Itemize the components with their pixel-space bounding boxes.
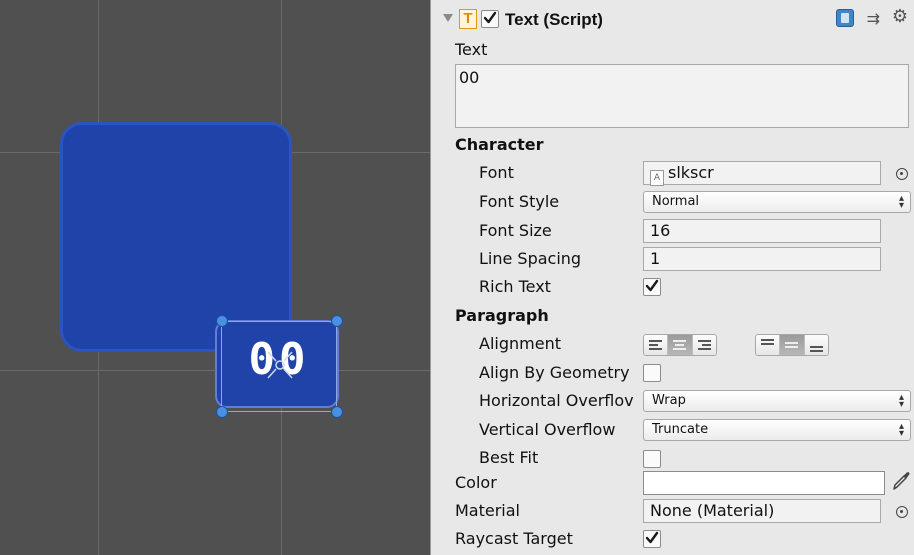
object-picker-icon[interactable] xyxy=(896,506,908,518)
align-by-geometry-label: Align By Geometry xyxy=(479,363,630,382)
color-field[interactable] xyxy=(643,471,885,495)
component-header[interactable]: T Text (Script) ⇉ ⚙ xyxy=(439,6,914,34)
foldout-arrow-icon[interactable] xyxy=(443,14,453,22)
rich-text-checkbox[interactable] xyxy=(643,278,661,296)
align-top-button[interactable] xyxy=(756,335,781,355)
align-left-button[interactable] xyxy=(644,335,669,355)
checkmark-icon xyxy=(483,11,497,24)
panel-image[interactable] xyxy=(60,122,292,352)
vertical-overflow-dropdown[interactable]: Truncate ▴ ▾ xyxy=(643,419,911,441)
line-spacing-field[interactable]: 1 xyxy=(643,247,881,271)
paragraph-heading: Paragraph xyxy=(455,306,549,325)
color-label: Color xyxy=(455,473,497,492)
object-picker-icon[interactable] xyxy=(896,168,908,180)
font-field[interactable]: Aslkscr xyxy=(643,161,881,186)
rect-handle-bottom-right[interactable] xyxy=(331,406,343,418)
inspector-panel: T Text (Script) ⇉ ⚙ Text 00 Character Fo… xyxy=(430,0,914,555)
rect-handle-top-left[interactable] xyxy=(216,315,228,327)
font-style-label: Font Style xyxy=(479,192,560,211)
font-size-field[interactable]: 16 xyxy=(643,219,881,243)
checkmark-icon xyxy=(645,531,659,544)
text-input-area[interactable]: 00 xyxy=(455,64,909,128)
align-by-geometry-checkbox[interactable] xyxy=(643,364,661,382)
character-heading: Character xyxy=(455,135,544,154)
anchor-pivot-icon[interactable] xyxy=(266,350,294,380)
dropdown-arrows-icon: ▴ ▾ xyxy=(898,392,904,410)
horizontal-overflow-dropdown[interactable]: Wrap ▴ ▾ xyxy=(643,390,911,412)
vertical-overflow-label: Vertical Overflow xyxy=(479,420,616,439)
font-size-label: Font Size xyxy=(479,221,552,240)
align-center-button[interactable] xyxy=(668,335,693,355)
gear-icon[interactable]: ⚙ xyxy=(892,6,908,27)
best-fit-label: Best Fit xyxy=(479,448,539,467)
text-component-icon: T xyxy=(459,9,477,29)
checkmark-icon xyxy=(645,279,659,292)
help-book-icon[interactable] xyxy=(836,9,854,27)
component-title: Text (Script) xyxy=(505,10,603,29)
horizontal-overflow-value: Wrap xyxy=(652,393,686,408)
font-label: Font xyxy=(479,163,514,182)
eyedropper-icon[interactable] xyxy=(891,470,911,492)
component-enabled-checkbox[interactable] xyxy=(481,10,499,28)
align-right-button[interactable] xyxy=(692,335,716,355)
rich-text-label: Rich Text xyxy=(479,277,551,296)
vertical-alignment-group xyxy=(755,334,829,356)
dropdown-arrows-icon: ▴ ▾ xyxy=(898,193,904,211)
scene-view[interactable]: 00 xyxy=(0,0,430,555)
best-fit-checkbox[interactable] xyxy=(643,450,661,468)
rect-handle-top-right[interactable] xyxy=(331,315,343,327)
text-label: Text xyxy=(455,40,488,59)
align-middle-button[interactable] xyxy=(780,335,805,355)
font-style-dropdown[interactable]: Normal ▴ ▾ xyxy=(643,191,911,213)
rect-handle-bottom-left[interactable] xyxy=(216,406,228,418)
font-value: slkscr xyxy=(668,163,714,182)
presets-icon[interactable]: ⇉ xyxy=(867,9,880,28)
material-field[interactable]: None (Material) xyxy=(643,499,881,523)
align-bottom-button[interactable] xyxy=(804,335,828,355)
vertical-overflow-value: Truncate xyxy=(652,422,709,437)
line-spacing-label: Line Spacing xyxy=(479,249,582,268)
raycast-target-label: Raycast Target xyxy=(455,529,573,548)
material-label: Material xyxy=(455,501,520,520)
font-style-value: Normal xyxy=(652,194,700,209)
dropdown-arrows-icon: ▴ ▾ xyxy=(898,421,904,439)
font-asset-icon: A xyxy=(650,170,664,186)
horizontal-alignment-group xyxy=(643,334,717,356)
alignment-label: Alignment xyxy=(479,334,561,353)
raycast-target-checkbox[interactable] xyxy=(643,530,661,548)
horizontal-overflow-label: Horizontal Overflov xyxy=(479,391,634,410)
